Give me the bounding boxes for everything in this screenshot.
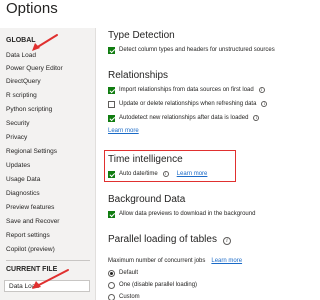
options-sidebar: GLOBAL Data Load Power Query Editor Dire… — [0, 28, 96, 300]
detect-column-types-option[interactable]: Detect column types and headers for unst… — [108, 45, 275, 55]
sidebar-item-directquery[interactable]: DirectQuery — [6, 78, 41, 85]
sidebar-item-python-scripting[interactable]: Python scripting — [6, 106, 52, 113]
parallel-custom-option[interactable]: Custom — [108, 292, 140, 300]
sidebar-item-power-query-editor[interactable]: Power Query Editor — [6, 65, 63, 72]
red-arrow-icon — [32, 269, 69, 289]
import-relationships-label: Import relationships from data sources o… — [119, 87, 254, 93]
default-radio-label: Default — [119, 270, 139, 276]
type-detection-heading: Type Detection — [108, 30, 175, 41]
allow-data-previews-option[interactable]: Allow data previews to download in the b… — [108, 209, 255, 219]
sidebar-item-security[interactable]: Security — [6, 120, 29, 127]
detect-column-types-label: Detect column types and headers for unst… — [119, 47, 275, 53]
background-data-heading: Background Data — [108, 194, 186, 205]
autodetect-relationships-checkbox[interactable] — [108, 114, 115, 122]
red-arrow-icon — [32, 34, 58, 51]
custom-radio-label: Custom — [119, 294, 140, 300]
info-icon[interactable]: i — [261, 101, 268, 107]
sidebar-item-updates[interactable]: Updates — [6, 162, 30, 169]
one-disable-parallel-radio[interactable] — [108, 281, 115, 289]
sidebar-item-diagnostics[interactable]: Diagnostics — [6, 190, 40, 197]
window-title: Options — [6, 0, 58, 17]
max-concurrent-jobs-label: Maximum number of concurrent jobs — [108, 258, 206, 264]
parallel-default-option[interactable]: Default — [108, 268, 138, 278]
sidebar-item-save-and-recover[interactable]: Save and Recover — [6, 218, 59, 225]
one-disable-parallel-label: One (disable parallel loading) — [119, 282, 198, 288]
parallel-loading-heading-text: Parallel loading of tables — [108, 234, 217, 245]
autodetect-relationships-label: Autodetect new relationships after data … — [119, 115, 249, 121]
sidebar-item-privacy[interactable]: Privacy — [6, 134, 27, 141]
time-intelligence-highlight — [104, 150, 236, 182]
relationships-heading: Relationships — [108, 70, 169, 81]
parallel-loading-learn-more-link[interactable]: Learn more — [211, 258, 242, 264]
update-relationships-checkbox[interactable] — [108, 100, 115, 108]
sidebar-item-copilot-preview[interactable]: Copilot (preview) — [6, 246, 55, 253]
sidebar-item-regional-settings[interactable]: Regional Settings — [6, 148, 57, 155]
info-icon[interactable]: i — [258, 87, 265, 93]
update-relationships-option[interactable]: Update or delete relationships when refr… — [108, 99, 268, 109]
allow-data-previews-checkbox[interactable] — [108, 210, 115, 218]
import-relationships-checkbox[interactable] — [108, 86, 115, 94]
parallel-one-option[interactable]: One (disable parallel loading) — [108, 280, 197, 290]
info-icon[interactable]: i — [222, 237, 231, 245]
custom-radio[interactable] — [108, 293, 115, 300]
relationships-learn-more-link[interactable]: Learn more — [108, 128, 139, 134]
autodetect-relationships-option[interactable]: Autodetect new relationships after data … — [108, 113, 260, 123]
sidebar-item-report-settings[interactable]: Report settings — [6, 232, 50, 239]
parallel-loading-heading: Parallel loading of tables i — [108, 234, 231, 245]
default-radio[interactable] — [108, 269, 115, 277]
info-icon[interactable]: i — [253, 115, 260, 121]
sidebar-item-r-scripting[interactable]: R scripting — [6, 92, 37, 99]
sidebar-item-preview-features[interactable]: Preview features — [6, 204, 54, 211]
allow-data-previews-label: Allow data previews to download in the b… — [119, 211, 256, 217]
import-relationships-option[interactable]: Import relationships from data sources o… — [108, 85, 265, 95]
sidebar-divider — [6, 260, 90, 261]
detect-column-types-checkbox[interactable] — [108, 46, 115, 54]
update-relationships-label: Update or delete relationships when refr… — [119, 101, 257, 107]
max-concurrent-jobs-row: Maximum number of concurrent jobs Learn … — [108, 256, 242, 266]
sidebar-item-usage-data[interactable]: Usage Data — [6, 176, 40, 183]
